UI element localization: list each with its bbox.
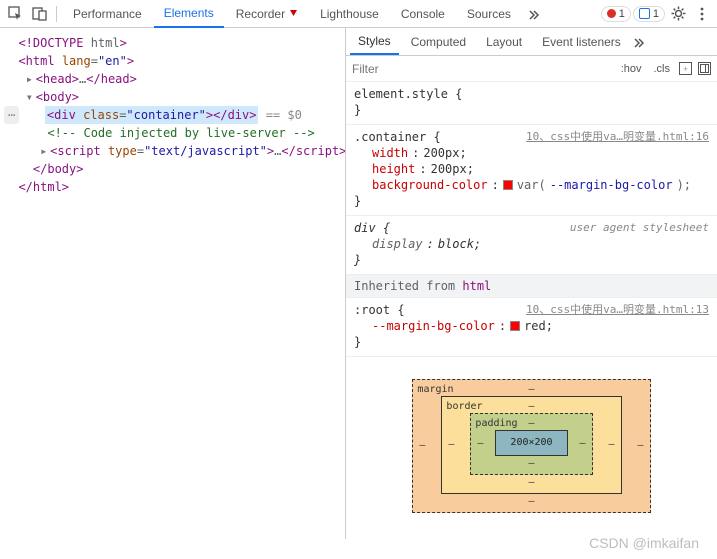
rule-div-ua[interactable]: user agent stylesheet div { display: blo… bbox=[346, 216, 717, 275]
rule-source-link[interactable]: 10、css中使用va…明变量.html:16 bbox=[526, 129, 709, 145]
toggle-sidebar-icon[interactable] bbox=[698, 62, 711, 75]
cls-toggle[interactable]: .cls bbox=[651, 62, 674, 76]
inspect-icon[interactable] bbox=[4, 3, 26, 25]
dom-body-close[interactable]: </body> bbox=[4, 160, 341, 178]
rule-source-ua: user agent stylesheet bbox=[570, 220, 709, 236]
box-model[interactable]: margin –––– border –––– padding –––– 200… bbox=[346, 357, 717, 513]
box-model-content: 200×200 bbox=[495, 430, 567, 456]
tab-elements[interactable]: Elements bbox=[154, 0, 224, 28]
color-swatch-icon[interactable] bbox=[510, 321, 520, 331]
color-swatch-icon[interactable] bbox=[503, 180, 513, 190]
kebab-icon[interactable] bbox=[691, 3, 713, 25]
dom-body[interactable]: ▾<body> bbox=[4, 88, 341, 106]
new-style-button[interactable]: + bbox=[679, 62, 692, 75]
dom-doctype[interactable]: <!DOCTYPE html> bbox=[4, 34, 341, 52]
settings-icon[interactable] bbox=[667, 3, 689, 25]
dom-selected-div[interactable]: ⋯ <div class="container"></div> == $0 bbox=[4, 106, 341, 124]
tab-console[interactable]: Console bbox=[391, 1, 455, 27]
device-toggle-icon[interactable] bbox=[28, 3, 50, 25]
divider bbox=[56, 6, 57, 22]
subtab-overflow-icon[interactable] bbox=[633, 36, 645, 48]
styles-subtabs: Styles Computed Layout Event listeners bbox=[346, 28, 717, 56]
dom-head[interactable]: ▸<head>…</head> bbox=[4, 70, 341, 88]
inherited-from-header: Inherited from html bbox=[346, 275, 717, 298]
dom-script[interactable]: ▸<script type="text/javascript">…</scrip… bbox=[4, 142, 341, 160]
rule-element-style[interactable]: element.style { } bbox=[346, 82, 717, 125]
hov-toggle[interactable]: :hov bbox=[618, 62, 645, 76]
rule-source-link[interactable]: 10、css中使用va…明变量.html:13 bbox=[526, 302, 709, 318]
error-badge[interactable]: 1 bbox=[601, 6, 631, 22]
dom-tree[interactable]: <!DOCTYPE html> <html lang="en"> ▸<head>… bbox=[0, 28, 345, 539]
tab-performance[interactable]: Performance bbox=[63, 1, 152, 27]
dom-comment[interactable]: <!-- Code injected by live-server --> bbox=[4, 124, 341, 142]
devtools-tabbar: Performance Elements Recorder Lighthouse… bbox=[0, 0, 717, 28]
subtab-computed[interactable]: Computed bbox=[403, 30, 474, 54]
styles-filter-input[interactable] bbox=[352, 62, 612, 76]
tab-sources[interactable]: Sources bbox=[457, 1, 521, 27]
subtab-eventlisteners[interactable]: Event listeners bbox=[534, 30, 629, 54]
dom-html-close[interactable]: </html> bbox=[4, 178, 341, 196]
styles-filter-bar: :hov .cls + bbox=[346, 56, 717, 82]
issue-icon bbox=[639, 8, 650, 19]
rule-container[interactable]: 10、css中使用va…明变量.html:16 .container { wid… bbox=[346, 125, 717, 216]
main-split: <!DOCTYPE html> <html lang="en"> ▸<head>… bbox=[0, 28, 717, 539]
error-dot-icon bbox=[607, 9, 616, 18]
subtab-layout[interactable]: Layout bbox=[478, 30, 530, 54]
rule-root[interactable]: 10、css中使用va…明变量.html:13 :root { --margin… bbox=[346, 298, 717, 357]
dom-html[interactable]: <html lang="en"> bbox=[4, 52, 341, 70]
overflow-tabs-icon[interactable] bbox=[523, 3, 545, 25]
styles-panel: Styles Computed Layout Event listeners :… bbox=[345, 28, 717, 539]
subtab-styles[interactable]: Styles bbox=[350, 29, 399, 55]
tab-recorder[interactable]: Recorder bbox=[226, 1, 308, 27]
watermark: CSDN @imkaifan bbox=[589, 535, 699, 551]
issues-badge[interactable]: 1 bbox=[633, 6, 665, 22]
styles-rules: element.style { } 10、css中使用va…明变量.html:1… bbox=[346, 82, 717, 513]
tab-lighthouse[interactable]: Lighthouse bbox=[310, 1, 389, 27]
